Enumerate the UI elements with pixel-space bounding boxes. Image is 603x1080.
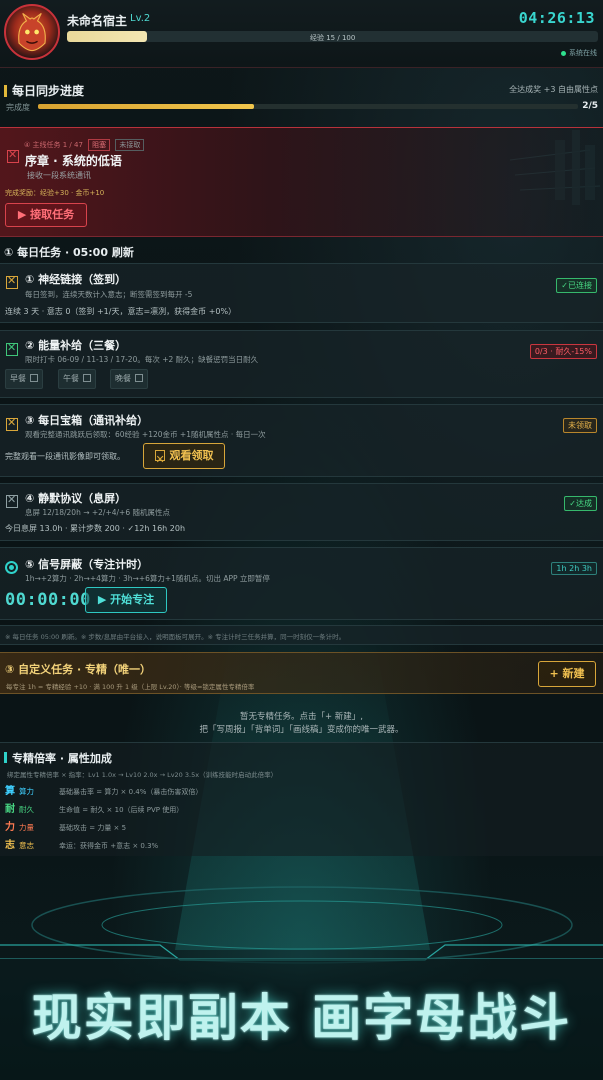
attribute-name: 力量	[19, 823, 34, 832]
main-quest-state-badge: 阻塞	[88, 139, 111, 151]
main-quest-checkbox-icon	[7, 148, 19, 163]
task-desc: 每日签到，连续天数计入意志；断签需签到每开 -5	[25, 290, 193, 299]
countdown-timer: 04:26:13	[518, 9, 595, 27]
meal-breakfast[interactable]: 早餐	[5, 369, 43, 389]
main-quest-tag-label: ④ 主线任务	[24, 141, 61, 149]
task-desc: 限时打卡 06-09 / 11-13 / 17-20。每次 +2 耐久；缺餐惩罚…	[25, 355, 259, 364]
main-quest-accept-badge: 未接取	[115, 139, 145, 151]
meal-label: 晚餐	[115, 374, 131, 383]
attribute-name: 算力	[19, 787, 34, 796]
attribute-key: 耐	[5, 804, 15, 815]
task-desc: 1h→+2算力 · 2h→+4算力 · 3h→+6算力+1随机点。切出 APP …	[25, 574, 270, 583]
main-quest-title: 序章 · 系统的低语	[25, 154, 122, 168]
empty-state-line2: 把「写周报」「背单词」「画线稿」变成你的唯一武器。	[199, 725, 404, 735]
daily-tasks-heading: ① 每日任务 · 05:00 刷新	[4, 246, 134, 259]
attribute-key: 力	[5, 822, 15, 833]
task-desc: 观看完整通讯跳跃后领取：60经验 +120金币 +1随机属性点 · 每日一次	[25, 430, 266, 439]
task-detail: 连续 3 天 · 意志 0（签到 +1/天，意志=凛冽，获得金币 +0%）	[5, 307, 237, 316]
new-task-button[interactable]: + 新建	[538, 661, 596, 687]
attribute-name: 意志	[19, 841, 34, 850]
accept-quest-button[interactable]: ▶ 接取任务	[5, 203, 87, 227]
xp-bar-fill	[67, 31, 147, 42]
task-checkbox-icon[interactable]	[6, 493, 18, 508]
player-level: Lv.2	[130, 13, 151, 24]
custom-task-sub: 每专注 1h = 专精经验 +10 · 满 100 升 1 级（上限 Lv.20…	[6, 683, 255, 691]
status-header: 未命名宿主 Lv.2 04:26:13 经验 15 / 100 系统在线	[0, 0, 603, 68]
attribute-desc: 基础暴击率 = 算力 × 0.4%（暴击伤害双倍）	[59, 788, 203, 796]
sync-label: 完成度	[6, 103, 30, 112]
status-badge: ✓达成	[564, 496, 597, 511]
custom-task-title: ③ 自定义任务 · 专精（唯一）	[5, 663, 151, 676]
dragon-icon	[18, 12, 46, 52]
task-title: ① 神经链接（签到）	[25, 273, 127, 286]
main-quest-subtitle: 接收一段系统通讯	[27, 171, 91, 180]
attribute-desc: 幸运：获得金币 +意志 × 0.3%	[59, 842, 159, 850]
attribute-row: 力力量 基础攻击 = 力量 × 5	[5, 818, 126, 833]
attribute-formula: 绑定属性专精倍率 × 指率：Lv1 1.0x → Lv10 2.0x → Lv2…	[7, 771, 278, 779]
task-checkbox-icon[interactable]	[6, 274, 18, 289]
focus-clock: 00:00:00	[5, 590, 91, 610]
online-status: 系统在线	[561, 48, 597, 58]
task-checkbox-icon[interactable]	[6, 341, 18, 356]
sync-progress-bar	[38, 104, 578, 109]
promo-banner: 现实即副本 画字母战斗	[31, 989, 572, 1047]
meal-dinner[interactable]: 晚餐	[110, 369, 148, 389]
attribute-desc: 生命值 = 耐久 × 10（后续 PVP 使用）	[59, 806, 184, 814]
sync-progress-fill	[38, 104, 254, 109]
attribute-name: 耐久	[19, 805, 34, 814]
status-badge: ✓已连接	[556, 278, 597, 293]
attribute-row: 耐耐久 生命值 = 耐久 × 10（后续 PVP 使用）	[5, 800, 183, 815]
status-badge: 0/3 · 耐久-15%	[529, 344, 597, 359]
attribute-key: 算	[5, 786, 15, 797]
meal-checkbox-icon	[83, 374, 91, 382]
empty-state-line1: 暂无专精任务。点击「+ 新建」,	[239, 712, 364, 722]
attribute-row: 志意志 幸运：获得金币 +意志 × 0.3%	[5, 836, 158, 851]
meal-label: 早餐	[10, 374, 26, 383]
online-status-label: 系统在线	[569, 49, 597, 57]
task-title: ② 能量补给（三餐）	[25, 339, 127, 352]
main-quest-reward: 完成奖励：经验+30 · 金币+10	[5, 189, 105, 197]
task-detail: 今日息屏 13.0h · 累计步数 200 · ✓12h 16h 20h	[5, 524, 186, 533]
attribute-row: 算算力 基础暴击率 = 算力 × 0.4%（暴击伤害双倍）	[5, 782, 202, 797]
focus-radio-icon[interactable]	[5, 561, 18, 574]
daily-note: ※ 每日任务 05:00 刷新。※ 步数/息屏由平台接入，说明面板可展开。※ 专…	[5, 633, 346, 641]
attribute-key: 志	[5, 840, 15, 851]
status-badge: 未领取	[563, 418, 597, 433]
player-name: 未命名宿主	[67, 14, 128, 28]
attribute-desc: 基础攻击 = 力量 × 5	[59, 824, 127, 832]
attribute-title: 专精倍率 · 属性加成	[4, 750, 112, 766]
task-detail: 完整观看一段通讯影像即可领取。	[5, 452, 125, 461]
watch-claim-button[interactable]: 观看领取	[143, 443, 225, 471]
sync-count: 2/5	[582, 101, 598, 111]
avatar[interactable]	[4, 4, 60, 60]
task-title: ⑤ 信号屏蔽（专注计时）	[25, 558, 149, 571]
xp-text: 经验 15 / 100	[310, 34, 356, 42]
main-quest-tag-count: 1 / 47	[62, 141, 83, 149]
meal-lunch[interactable]: 午餐	[58, 369, 96, 389]
box-icon	[154, 448, 165, 471]
online-dot-icon	[561, 50, 566, 56]
sync-reward: 全达成奖 +3 自由属性点	[509, 85, 598, 94]
meal-label: 午餐	[63, 374, 79, 383]
sync-title: 每日同步进度	[4, 82, 84, 99]
watch-claim-label: 观看领取	[169, 449, 214, 462]
task-title: ③ 每日宝箱（通讯补给）	[25, 414, 149, 427]
focus-milestones-badge: 1h 2h 3h	[551, 562, 597, 575]
task-title: ④ 静默协议（息屏）	[25, 492, 127, 505]
task-checkbox-icon[interactable]	[6, 416, 18, 431]
start-focus-button[interactable]: ▶ 开始专注	[85, 587, 167, 613]
task-desc: 息屏 12/18/20h → +2/+4/+6 随机属性点	[25, 508, 170, 517]
meal-checkbox-icon	[135, 374, 143, 382]
main-quest-tags: ④ 主线任务 1 / 47 阻塞 未接取	[24, 139, 145, 151]
meal-checkbox-icon	[30, 374, 38, 382]
